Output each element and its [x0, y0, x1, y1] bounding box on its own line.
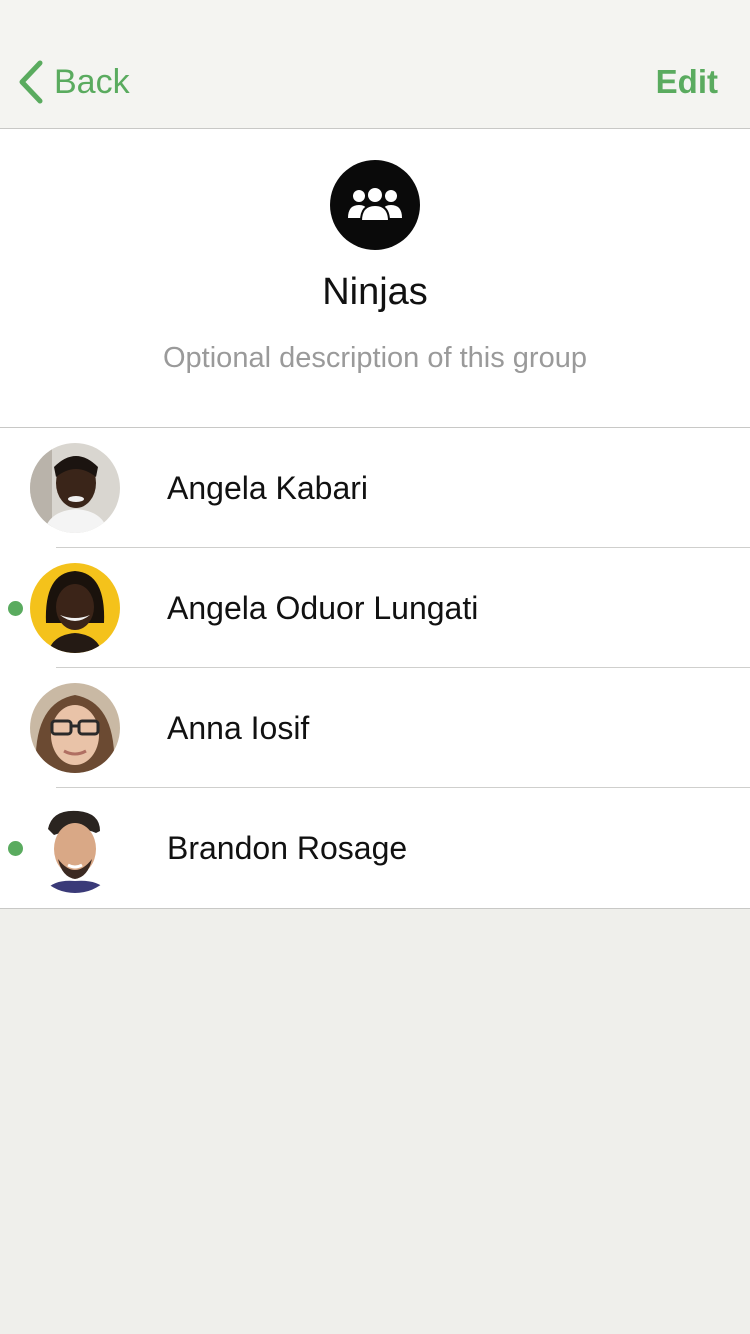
online-status-dot [8, 841, 23, 856]
chevron-left-icon [19, 60, 43, 104]
member-list: Angela Kabari Angela Oduor Lungati Anna … [0, 428, 750, 909]
avatar [30, 563, 120, 653]
avatar [30, 803, 120, 893]
avatar [30, 683, 120, 773]
group-description: Optional description of this group [163, 342, 587, 374]
group-name: Ninjas [322, 271, 428, 313]
member-name: Angela Oduor Lungati [167, 589, 479, 626]
member-row[interactable]: Brandon Rosage [0, 788, 750, 908]
edit-button[interactable]: Edit [656, 58, 718, 106]
back-button[interactable]: Back [18, 58, 130, 106]
member-name: Anna Iosif [167, 709, 310, 746]
group-header: Ninjas Optional description of this grou… [0, 129, 750, 428]
member-row[interactable]: Anna Iosif [0, 668, 750, 788]
online-status-dot [8, 601, 23, 616]
member-name: Brandon Rosage [167, 829, 408, 866]
member-name: Angela Kabari [167, 469, 369, 506]
member-row[interactable]: Angela Kabari [0, 428, 750, 548]
back-label: Back [54, 62, 130, 101]
avatar [30, 443, 120, 533]
member-row[interactable]: Angela Oduor Lungati [0, 548, 750, 668]
navigation-bar: Back Edit [0, 0, 750, 129]
group-people-icon [330, 160, 420, 250]
